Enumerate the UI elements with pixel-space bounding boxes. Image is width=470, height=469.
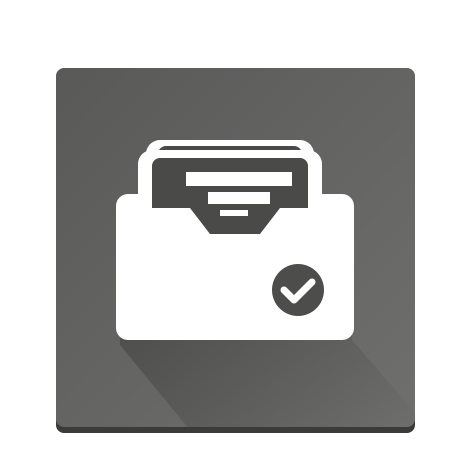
folder-icon [116, 194, 354, 340]
app-icon-canvas [0, 0, 470, 469]
checkmark-badge-icon [272, 264, 324, 316]
archive-folder-app-icon[interactable] [0, 0, 470, 469]
